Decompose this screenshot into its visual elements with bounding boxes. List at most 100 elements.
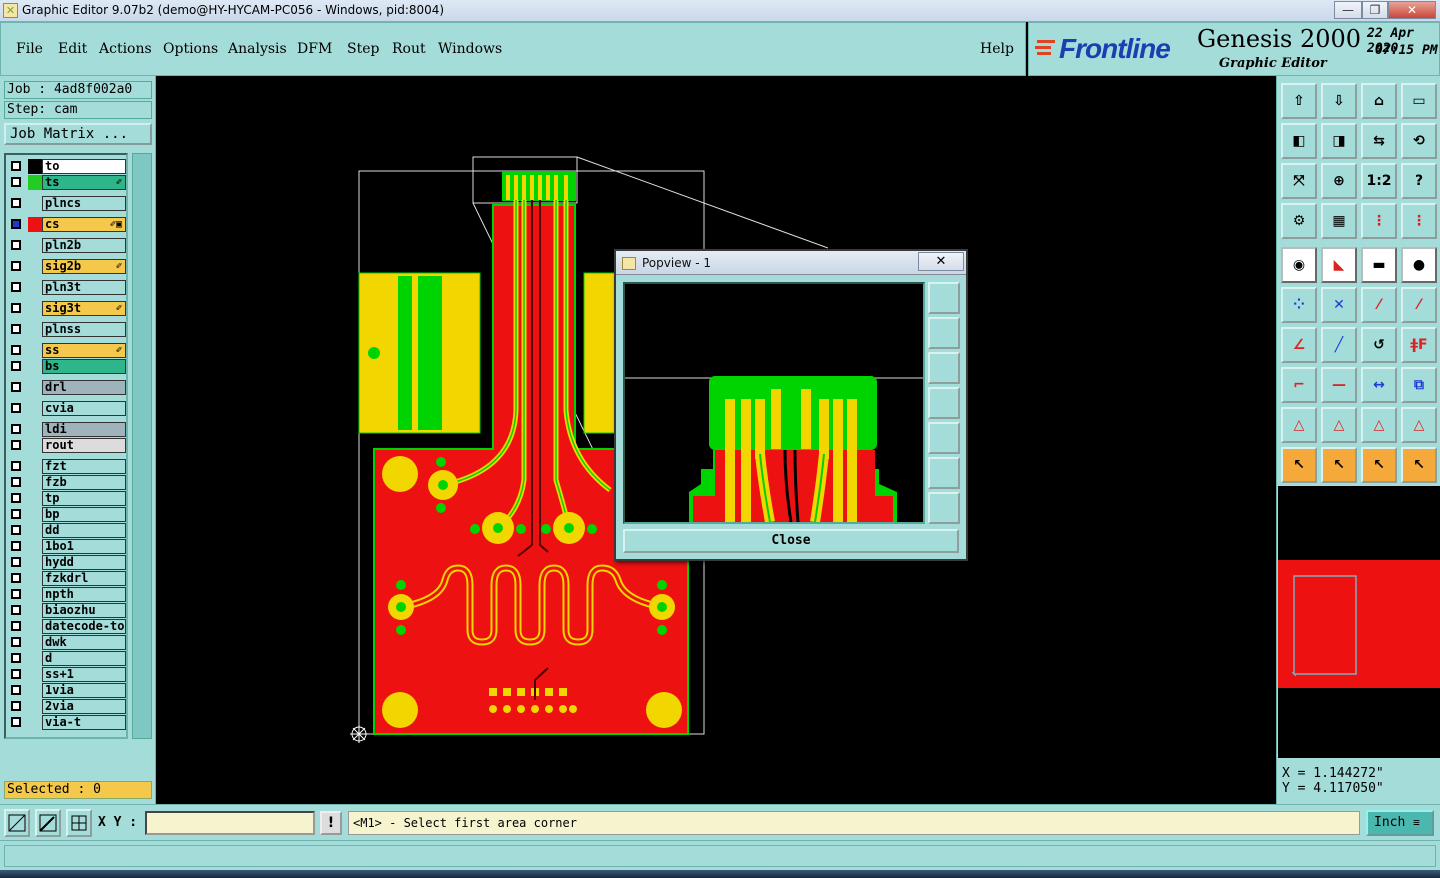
menu-file[interactable]: File xyxy=(16,41,43,57)
maximize-button[interactable]: ❐ xyxy=(1362,1,1388,19)
layer-row-drl[interactable]: drl xyxy=(8,380,126,395)
segment-icon[interactable]: ⁄ xyxy=(1361,287,1397,323)
triangle-2-icon[interactable]: △ xyxy=(1321,407,1357,443)
layer-checkbox[interactable] xyxy=(11,282,21,292)
menu-dfm[interactable]: DFM xyxy=(297,41,332,57)
slash-icon[interactable]: ╱ xyxy=(1321,327,1357,363)
layer-checkbox[interactable] xyxy=(11,303,21,313)
layer-row-via-t[interactable]: via-t xyxy=(8,715,126,730)
close-window-button[interactable]: ✕ xyxy=(1388,1,1436,19)
grid-icon[interactable]: ▦ xyxy=(1321,203,1357,239)
home-icon[interactable]: ⌂ xyxy=(1361,83,1397,119)
ruler-icon[interactable]: ▬ xyxy=(1361,247,1397,283)
layer-checkbox[interactable] xyxy=(11,717,21,727)
menu-actions[interactable]: Actions xyxy=(99,41,152,57)
flip-icon[interactable]: ⇆ xyxy=(1361,123,1397,159)
minimize-button[interactable]: — xyxy=(1334,1,1362,19)
layer-row-cvia[interactable]: cvia xyxy=(8,401,126,416)
pointer-path-icon[interactable]: ↖ xyxy=(1401,447,1437,483)
layer-checkbox[interactable] xyxy=(11,493,21,503)
pan-right-icon[interactable]: ◨ xyxy=(1321,123,1357,159)
layer-checkbox[interactable] xyxy=(11,361,21,371)
layer-row-ss[interactable]: ss ✐ xyxy=(8,343,126,358)
layer-checkbox[interactable] xyxy=(11,685,21,695)
snap-center-icon[interactable]: ◉ xyxy=(1281,247,1317,283)
layer-row-fzb[interactable]: fzb xyxy=(8,475,126,490)
overview-map[interactable] xyxy=(1278,486,1440,758)
layer-row-npth[interactable]: npth xyxy=(8,587,126,602)
layer-checkbox[interactable] xyxy=(11,440,21,450)
layer-row-dd[interactable]: dd xyxy=(8,523,126,538)
help-icon[interactable]: ? xyxy=(1401,163,1437,199)
layer-checkbox[interactable] xyxy=(11,573,21,583)
layer-checkbox[interactable] xyxy=(11,621,21,631)
layer-row-plncs[interactable]: plncs xyxy=(8,196,126,211)
layers-red-2-icon[interactable]: ⋮ xyxy=(1401,203,1437,239)
layer-checkbox[interactable] xyxy=(11,525,21,535)
snap-mode-icon[interactable] xyxy=(4,809,30,837)
pan-left-icon[interactable]: ◧ xyxy=(1281,123,1317,159)
layer-row-ldi[interactable]: ldi xyxy=(8,422,126,437)
layers-red-icon[interactable]: ⋮ xyxy=(1361,203,1397,239)
layer-checkbox[interactable] xyxy=(11,461,21,471)
pointer-circle-icon[interactable]: ↖ xyxy=(1361,447,1397,483)
layer-checkbox[interactable] xyxy=(11,240,21,250)
layer-checkbox[interactable] xyxy=(11,477,21,487)
unit-selector[interactable]: Inch ≡ xyxy=(1366,810,1434,836)
layer-row-sig2b[interactable]: sig2b ✐ xyxy=(8,259,126,274)
zoom-center-icon[interactable]: ⊕ xyxy=(1321,163,1357,199)
popview-fit-icon[interactable] xyxy=(928,457,960,489)
menu-step[interactable]: Step xyxy=(347,41,379,57)
measure-icon[interactable]: ↔ xyxy=(1361,367,1397,403)
dot-icon[interactable]: ● xyxy=(1401,247,1437,283)
pointer-icon[interactable]: ↖ xyxy=(1281,447,1317,483)
layer-row-ts[interactable]: ts ✐ xyxy=(8,175,126,190)
step-up-icon[interactable]: ⇧ xyxy=(1281,83,1317,119)
window-icon[interactable]: ▭ xyxy=(1401,83,1437,119)
zoom-fit-icon[interactable]: ⤧ xyxy=(1281,163,1317,199)
popview-down-icon[interactable] xyxy=(928,352,960,384)
triangle-4-icon[interactable]: △ xyxy=(1401,407,1437,443)
layer-row-1bo1[interactable]: 1bo1 xyxy=(8,539,126,554)
layer-checkbox[interactable] xyxy=(11,589,21,599)
layer-row-hydd[interactable]: hydd xyxy=(8,555,126,570)
layer-row-rout[interactable]: rout xyxy=(8,438,126,453)
popview-close-x-button[interactable]: ✕ xyxy=(918,252,964,271)
layer-row-pln3t[interactable]: pln3t xyxy=(8,280,126,295)
layer-list-scrollbar[interactable] xyxy=(132,153,152,739)
reverse-icon[interactable]: ⟲ xyxy=(1401,123,1437,159)
layer-row-d[interactable]: d xyxy=(8,651,126,666)
scale-1-2-icon[interactable]: 1:2 xyxy=(1361,163,1397,199)
arc-icon[interactable]: ↺ xyxy=(1361,327,1397,363)
menu-windows[interactable]: Windows xyxy=(438,41,502,57)
layer-checkbox[interactable] xyxy=(11,557,21,567)
layer-row-biaozhu[interactable]: biaozhu xyxy=(8,603,126,618)
popview-titlebar[interactable]: Popview - 1 ✕ xyxy=(616,251,966,275)
warning-button[interactable]: ! xyxy=(320,811,342,835)
menu-help[interactable]: Help xyxy=(980,41,1014,57)
layer-row-cs[interactable]: cs ✐▣ xyxy=(8,217,126,232)
menu-edit[interactable]: Edit xyxy=(58,41,87,57)
layer-checkbox[interactable] xyxy=(11,424,21,434)
layer-row-fzt[interactable]: fzt xyxy=(8,459,126,474)
popview-right-icon[interactable] xyxy=(928,422,960,454)
layer-checkbox[interactable] xyxy=(11,161,21,171)
layer-checkbox[interactable] xyxy=(11,637,21,647)
layer-row-1via[interactable]: 1via xyxy=(8,683,126,698)
layer-checkbox[interactable] xyxy=(11,669,21,679)
menu-rout[interactable]: Rout xyxy=(392,41,426,57)
grid-snap-icon[interactable] xyxy=(66,809,92,837)
settings-icon[interactable]: ⚙ xyxy=(1281,203,1317,239)
segment-2-icon[interactable]: ⁄ xyxy=(1401,287,1437,323)
menu-options[interactable]: Options xyxy=(163,41,218,57)
layer-row-tp[interactable]: tp xyxy=(8,491,126,506)
triangle-3-icon[interactable]: △ xyxy=(1361,407,1397,443)
shapes-icon[interactable]: ⧉ xyxy=(1401,367,1437,403)
minus-icon[interactable]: — xyxy=(1321,367,1357,403)
layer-row-dwk[interactable]: dwk xyxy=(8,635,126,650)
popview-zoom-icon[interactable] xyxy=(928,282,960,314)
popview-center-icon[interactable] xyxy=(928,492,960,524)
layer-row-ss+1[interactable]: ss+1 xyxy=(8,667,126,682)
layer-checkbox[interactable] xyxy=(11,701,21,711)
mirror-f-icon[interactable]: ǂF xyxy=(1401,327,1437,363)
